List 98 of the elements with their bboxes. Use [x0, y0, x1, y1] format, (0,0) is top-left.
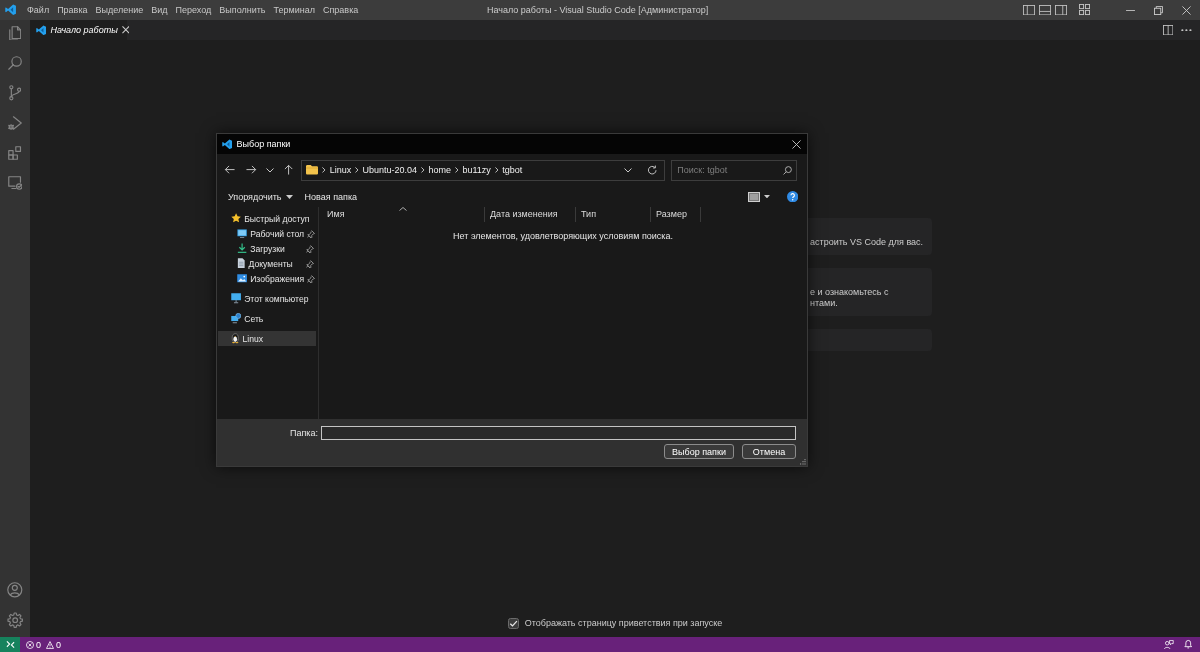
close-icon[interactable] — [792, 139, 801, 149]
breadcrumb-item[interactable]: home — [428, 165, 452, 175]
breadcrumb-item[interactable]: bu11zy — [462, 165, 491, 175]
help-icon[interactable] — [786, 190, 798, 203]
secondary-sidebar-toggle-icon[interactable] — [1054, 4, 1067, 16]
sidebar-toggle-icon[interactable] — [1022, 4, 1035, 16]
checkbox[interactable] — [507, 617, 519, 629]
menu-item[interactable]: Выполнить — [215, 0, 270, 20]
search-icon — [783, 165, 793, 175]
folder-name-field[interactable] — [321, 426, 796, 440]
bell-icon[interactable] — [1183, 639, 1192, 650]
computer-icon — [231, 293, 242, 304]
column-header[interactable]: Имя — [322, 207, 485, 222]
walkthrough-card[interactable]: е и ознакомьтесь с нтами. — [807, 268, 932, 316]
nav-item[interactable]: Документы — [218, 256, 316, 271]
network-icon — [231, 313, 242, 324]
settings-icon[interactable] — [6, 611, 24, 629]
chevron-down-icon[interactable] — [266, 167, 275, 173]
app-logo-icon — [36, 24, 47, 36]
checkbox-label: Отображать страницу приветствия при запуске — [524, 618, 723, 628]
column-header[interactable]: Тип — [576, 207, 651, 222]
account-icon[interactable] — [7, 582, 23, 598]
nav-item[interactable]: Сеть — [218, 311, 316, 326]
download-icon — [237, 243, 248, 254]
extensions-icon[interactable] — [8, 146, 22, 160]
nav-item[interactable]: Linux — [218, 331, 316, 346]
refresh-icon[interactable] — [646, 164, 658, 176]
source-control-icon[interactable] — [8, 85, 22, 101]
menu-item[interactable]: Выделение — [91, 0, 148, 20]
caret-icon[interactable] — [763, 194, 770, 199]
new-folder-button[interactable]: Новая папка — [304, 191, 358, 202]
breadcrumb-item[interactable]: Ubuntu-20.04 — [362, 165, 418, 175]
files-icon[interactable] — [8, 25, 22, 41]
chevron-right-icon[interactable] — [421, 167, 425, 173]
folder-label: Папка: — [289, 428, 319, 438]
chevron-right-icon[interactable] — [455, 167, 459, 173]
minimize-icon[interactable] — [1125, 9, 1135, 11]
close-icon[interactable] — [121, 26, 130, 34]
chevron-right-icon[interactable] — [494, 167, 499, 173]
star-icon — [231, 213, 242, 224]
problems-button[interactable]: 0 0 — [20, 637, 71, 652]
search-field[interactable]: Поиск: tgbot — [671, 159, 798, 181]
penguin-icon — [231, 333, 240, 344]
nav-item[interactable]: Рабочий стол — [218, 226, 316, 241]
walkthrough-card[interactable]: астроить VS Code для вас. — [807, 218, 932, 255]
customize-layout-icon[interactable] — [1078, 4, 1090, 16]
close-icon[interactable] — [1181, 5, 1191, 15]
back-arrow-icon[interactable] — [224, 165, 236, 175]
chevron-right-icon[interactable] — [322, 167, 326, 173]
remote-icon — [5, 640, 15, 649]
feedback-icon[interactable] — [1163, 639, 1174, 650]
address-bar[interactable]: Linux Ubuntu-20.04 home bu11zy tgbot — [301, 159, 666, 181]
desktop-icon — [237, 228, 248, 239]
app-logo-icon — [4, 4, 17, 16]
editor-tab[interactable]: Начало работы — [30, 20, 127, 40]
nav-item[interactable]: Быстрый доступ — [218, 211, 316, 226]
window-title: Начало работы - Visual Studio Code [Администратор] — [485, 5, 710, 15]
nav-item[interactable]: Изображения — [218, 271, 316, 286]
panel-toggle-icon[interactable] — [1038, 4, 1051, 16]
run-debug-icon[interactable] — [8, 116, 22, 130]
document-icon — [237, 258, 246, 269]
up-arrow-icon[interactable] — [284, 164, 294, 176]
search-icon[interactable] — [8, 56, 22, 70]
nav-item[interactable]: Загрузки — [218, 241, 316, 256]
menu-item[interactable]: Вид — [147, 0, 172, 20]
cancel-button[interactable]: Отмена — [742, 444, 796, 459]
column-header[interactable]: Дата изменения — [485, 207, 576, 222]
more-icon[interactable] — [1181, 28, 1192, 32]
error-icon — [26, 640, 34, 649]
remote-button[interactable] — [0, 637, 20, 652]
restore-icon[interactable] — [1153, 5, 1163, 15]
folder-icon — [306, 165, 319, 175]
chevron-down-icon[interactable] — [623, 167, 632, 173]
menu-item[interactable]: Переход — [171, 0, 216, 20]
select-folder-button[interactable]: Выбор папки — [664, 444, 734, 459]
remote-explorer-icon[interactable] — [7, 176, 23, 190]
warning-icon — [46, 640, 54, 649]
pictures-icon — [237, 274, 248, 283]
card-description: е и ознакомьтесь с нтами. — [810, 287, 890, 309]
nav-item[interactable]: Этот компьютер — [218, 291, 316, 306]
chevron-right-icon[interactable] — [355, 167, 359, 173]
menu-item[interactable]: Терминал — [269, 0, 319, 20]
forward-arrow-icon[interactable] — [246, 165, 258, 175]
resize-grip-icon[interactable] — [800, 459, 806, 465]
card-description: астроить VS Code для вас. — [810, 237, 925, 248]
menu-item[interactable]: Правка — [53, 0, 92, 20]
menu-item[interactable]: Справка — [318, 0, 363, 20]
column-header[interactable]: Размер — [651, 207, 701, 222]
breadcrumb-item[interactable]: Linux — [329, 165, 352, 175]
organize-button[interactable]: Упорядочить — [228, 191, 293, 202]
list-view-icon[interactable] — [747, 191, 760, 202]
split-editor-icon[interactable] — [1162, 24, 1174, 36]
app-logo-icon — [222, 138, 233, 150]
breadcrumb-item[interactable]: tgbot — [502, 165, 523, 175]
menu-item[interactable]: Файл — [23, 0, 54, 20]
empty-message: Нет элементов, удовлетворяющих условиям поиска. — [452, 231, 674, 241]
dialog-title: Выбор папки — [236, 139, 292, 149]
caret-icon — [285, 194, 293, 199]
